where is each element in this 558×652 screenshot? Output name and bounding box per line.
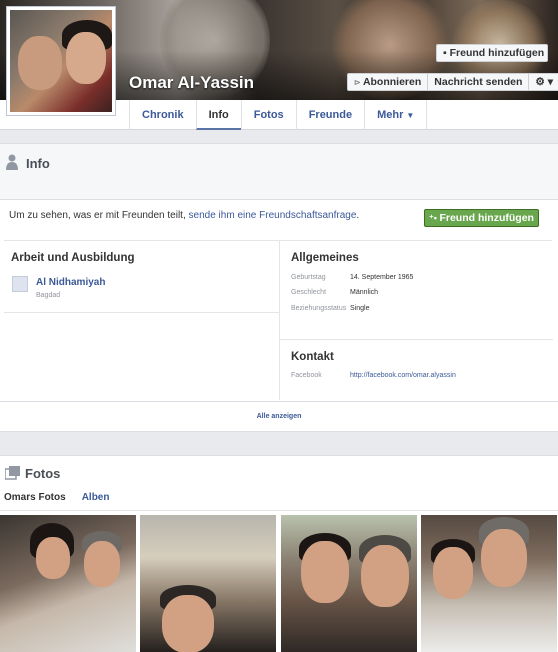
tab-info[interactable]: Info	[195, 100, 241, 130]
show-all-link[interactable]: Alle anzeigen	[0, 402, 558, 432]
photos-section: Fotos Omars Fotos Alben	[0, 455, 558, 652]
add-friend-icon: ▪	[443, 47, 450, 59]
school-icon	[12, 276, 28, 292]
friend-request-line: Um zu sehen, was er mit Freunden teilt, …	[9, 210, 359, 221]
rss-icon: ⊳	[354, 78, 363, 87]
settings-gear-button[interactable]: ⚙ ▾	[529, 74, 558, 90]
general-title: Allgemeines	[291, 252, 359, 264]
subscribe-label: Abonnieren	[362, 76, 422, 88]
info-section-header: Info	[0, 143, 558, 199]
add-friend-button[interactable]: ⁺▪ Freund hinzufügen	[424, 209, 539, 227]
tab-mehr[interactable]: Mehr ▼	[364, 100, 428, 130]
photo-thumbnail[interactable]	[140, 515, 276, 652]
divider	[0, 510, 558, 511]
info-body: Um zu sehen, was er mit Freunden teilt, …	[0, 199, 558, 402]
add-friend-button-header[interactable]: ▪ Freund hinzufügen	[436, 44, 548, 62]
subscribe-button[interactable]: ⊳ Abonnieren	[348, 74, 429, 90]
tab-mehr-label: Mehr	[377, 109, 404, 121]
friend-request-link[interactable]: sende ihm eine Freundschaftsanfrage	[189, 210, 357, 221]
facebook-url-link[interactable]: http://facebook.com/omar.alyassin	[350, 372, 456, 379]
add-friend-icon: ⁺▪	[429, 213, 440, 223]
birthday-label: Geburtstag	[291, 274, 326, 281]
profile-picture[interactable]	[6, 6, 116, 116]
photo-thumbnail[interactable]	[0, 515, 136, 652]
header-action-group: ⊳ Abonnieren Nachricht senden ⚙ ▾	[347, 73, 558, 91]
add-friend-button-label: Freund hinzufügen	[439, 212, 534, 224]
photos-icon	[5, 466, 20, 480]
work-education-title: Arbeit und Ausbildung	[11, 252, 135, 264]
general-section: Allgemeines Geburtstag 14. September 196…	[279, 240, 553, 400]
school-location: Bagdad	[36, 292, 61, 299]
info-title: Info	[26, 156, 50, 171]
birthday-value: 14. September 1965	[350, 274, 414, 281]
tab-fotos[interactable]: Fotos	[240, 100, 296, 130]
gender-value: Männlich	[350, 289, 379, 296]
divider	[280, 339, 553, 340]
gender-label: Geschlecht	[291, 289, 327, 296]
friend-line-text: Um zu sehen, was er mit Freunden teilt,	[9, 210, 189, 221]
relationship-value: Single	[350, 305, 370, 312]
tab-albums[interactable]: Alben	[82, 492, 110, 503]
school-link[interactable]: Al Nidhamiyah	[36, 277, 105, 288]
photos-tabs: Omars Fotos Alben	[4, 492, 109, 503]
photos-title: Fotos	[25, 466, 61, 481]
tab-freunde[interactable]: Freunde	[295, 100, 364, 130]
contact-title: Kontakt	[291, 351, 334, 363]
add-friend-label: Freund hinzufügen	[449, 47, 545, 59]
tab-omars-photos[interactable]: Omars Fotos	[4, 492, 66, 503]
tab-chronik[interactable]: Chronik	[129, 100, 196, 130]
profile-name[interactable]: Omar Al-Yassin	[129, 73, 254, 93]
send-message-button[interactable]: Nachricht senden	[428, 74, 530, 90]
facebook-label: Facebook	[291, 372, 322, 379]
photo-thumbnail[interactable]	[421, 515, 557, 652]
relationship-label: Beziehungsstatus	[291, 305, 347, 312]
person-icon	[6, 154, 18, 170]
work-education-section: Arbeit und Ausbildung Al Nidhamiyah Bagd…	[4, 240, 279, 313]
friend-line-suffix: .	[356, 210, 360, 221]
photo-thumbnail[interactable]	[281, 515, 417, 652]
chevron-down-icon: ▼	[406, 111, 415, 120]
